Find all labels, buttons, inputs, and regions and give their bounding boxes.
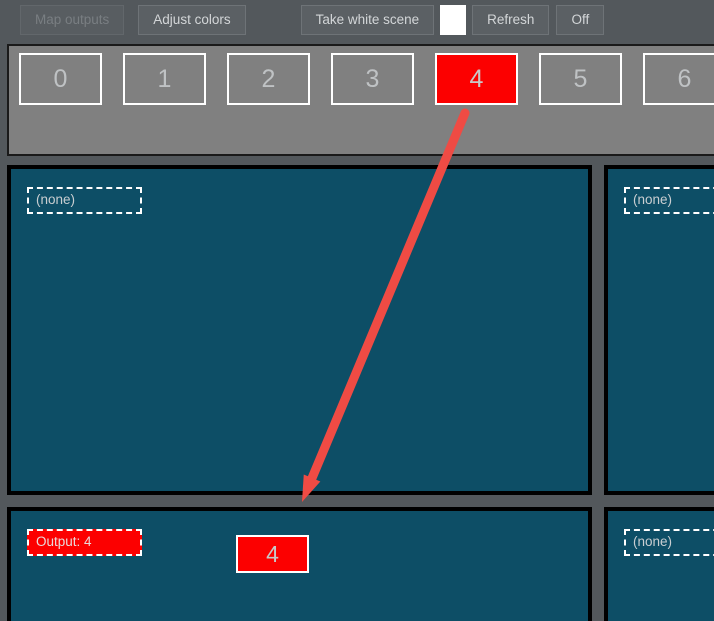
panel-label: (none) — [624, 187, 714, 214]
scene-button-5[interactable]: 5 — [539, 53, 622, 105]
panel-output-label: Output: 4 — [27, 529, 142, 556]
color-swatch[interactable] — [440, 5, 467, 35]
output-panel-main-top[interactable]: (none) — [7, 165, 592, 495]
scene-button-6[interactable]: 6 — [643, 53, 714, 105]
scene-button-group: 0 1 2 3 4 5 6 — [19, 53, 714, 105]
scene-button-0[interactable]: 0 — [19, 53, 102, 105]
scene-selector-bar: 0 1 2 3 4 5 6 — [7, 44, 714, 156]
main-toolbar: Map outputs Adjust colors Take white sce… — [0, 0, 714, 40]
scene-button-3[interactable]: 3 — [331, 53, 414, 105]
output-chip-4[interactable]: 4 — [236, 535, 309, 573]
panel-row-bottom: Output: 4 4 (none) — [7, 507, 714, 621]
panel-label: (none) — [27, 187, 142, 214]
output-panel-side-bottom[interactable]: (none) — [604, 507, 714, 621]
refresh-button[interactable]: Refresh — [472, 5, 550, 35]
output-panel-side-top[interactable]: (none) — [604, 165, 714, 495]
output-panel-grid: (none) (none) Output: 4 4 (none) — [7, 160, 714, 621]
scene-button-2[interactable]: 2 — [227, 53, 310, 105]
map-outputs-button[interactable]: Map outputs — [20, 5, 125, 35]
panel-label: (none) — [624, 529, 714, 556]
app-root: Map outputs Adjust colors Take white sce… — [0, 0, 714, 621]
scene-button-1[interactable]: 1 — [123, 53, 206, 105]
take-white-scene-button[interactable]: Take white scene — [300, 5, 435, 35]
adjust-colors-button[interactable]: Adjust colors — [138, 5, 246, 35]
off-button[interactable]: Off — [556, 5, 605, 35]
scene-button-4[interactable]: 4 — [435, 53, 518, 105]
output-panel-main-bottom[interactable]: Output: 4 4 — [7, 507, 592, 621]
panel-row-top: (none) (none) — [7, 165, 714, 495]
